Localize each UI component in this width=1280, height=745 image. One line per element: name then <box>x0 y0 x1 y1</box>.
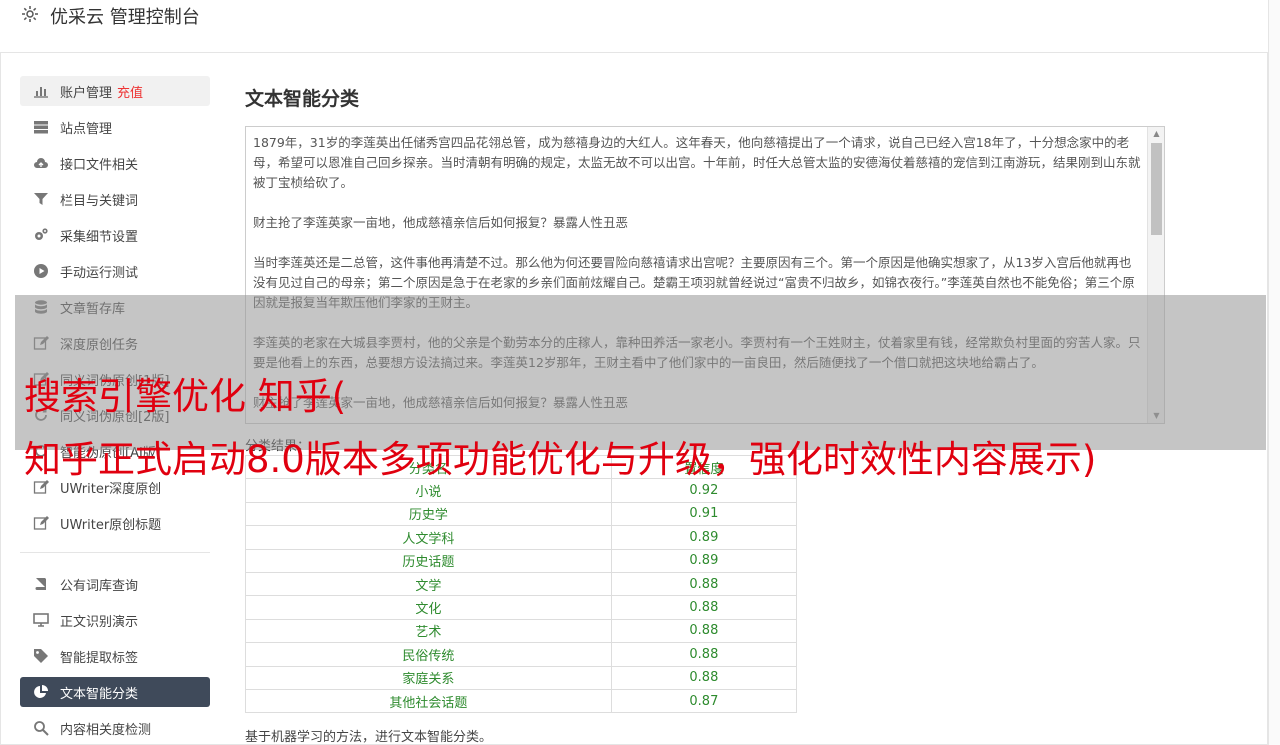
confidence-cell: 0.88 <box>610 595 798 620</box>
monitor-icon <box>32 612 50 628</box>
sidebar-item[interactable]: 文本智能分类 <box>20 677 210 707</box>
sidebar-item-label: UWriter原创标题 <box>60 517 162 533</box>
table-row: 民俗传统 0.88 <box>245 642 798 667</box>
table-row: 家庭关系 0.88 <box>245 665 798 690</box>
sidebar-item[interactable]: 账户管理 充值 <box>20 76 210 106</box>
overlay-headline: 搜索引擎优化 知乎( <box>24 375 347 418</box>
edit-icon <box>32 515 50 531</box>
tag-icon <box>32 648 50 664</box>
confidence-cell: 0.88 <box>610 642 798 667</box>
gear-icon[interactable] <box>20 4 40 24</box>
server-icon <box>32 119 50 135</box>
sidebar-item[interactable]: 手动运行测试 <box>20 256 210 286</box>
sidebar-item-label: 公有词库查询 <box>60 578 139 594</box>
sidebar-item[interactable]: 公有词库查询 <box>20 569 210 599</box>
category-cell: 文化 <box>245 595 612 620</box>
table-row: 文化 0.88 <box>245 595 798 620</box>
sidebar-item-label: 站点管理 <box>60 121 113 137</box>
category-cell: 历史学 <box>245 501 612 527</box>
recharge-link[interactable]: 充值 <box>117 82 143 101</box>
play-circle-icon <box>32 263 50 279</box>
category-cell: 家庭关系 <box>245 665 612 690</box>
category-cell: 艺术 <box>245 618 612 644</box>
confidence-cell: 0.88 <box>610 571 798 597</box>
category-cell: 民俗传统 <box>245 642 612 667</box>
sidebar-item[interactable]: 内容相关度检测 <box>20 713 210 743</box>
sidebar-item-label: 账户管理 <box>60 85 113 101</box>
sidebar-item-label: 采集细节设置 <box>60 229 139 245</box>
sidebar-item[interactable]: 智能提取标签 <box>20 641 210 671</box>
sidebar-divider <box>20 552 210 553</box>
page-title: 文本智能分类 <box>245 88 360 110</box>
sidebar-item-label: 正文识别演示 <box>60 614 139 630</box>
sidebar-item-label: 栏目与关键词 <box>60 193 139 209</box>
category-cell: 文学 <box>245 571 612 597</box>
filter-icon <box>32 191 50 207</box>
table-row: 历史话题 0.89 <box>245 548 798 573</box>
category-cell: 历史话题 <box>245 548 612 573</box>
table-row: 其他社会话题 0.87 <box>245 688 798 714</box>
overlay-subheadline: 知乎正式启动8.0版本多项功能优化与升级，强化时效性内容展示) <box>24 438 1097 481</box>
confidence-cell: 0.87 <box>610 688 798 714</box>
sidebar-item-label: 内容相关度检测 <box>60 722 152 738</box>
confidence-cell: 0.91 <box>610 501 798 527</box>
sidebar-item-label: 手动运行测试 <box>60 265 139 281</box>
search-icon <box>32 720 50 736</box>
table-row: 人文学科 0.89 <box>245 525 798 550</box>
footnote: 基于机器学习的方法，进行文本智能分类。 <box>245 730 493 745</box>
confidence-cell: 0.89 <box>610 525 798 550</box>
category-cell: 其他社会话题 <box>245 688 612 714</box>
sidebar-item[interactable]: 接口文件相关 <box>20 148 210 178</box>
window-scrollbar[interactable] <box>1268 0 1280 745</box>
scroll-up-icon[interactable]: ▲ <box>1148 127 1164 141</box>
confidence-cell: 0.89 <box>610 548 798 573</box>
sidebar-item[interactable]: 栏目与关键词 <box>20 184 210 214</box>
classification-table: 分类名 置信度 小说 0.92 历史学 0.91 人文学科 0.89 历史话题 0.89 文学 0… <box>245 454 798 714</box>
confidence-cell: 0.88 <box>610 618 798 644</box>
app-title: 优采云 管理控制台 <box>50 7 200 28</box>
category-cell: 人文学科 <box>245 525 612 550</box>
gears-icon <box>32 227 50 243</box>
sidebar-item-label: 文本智能分类 <box>60 686 139 702</box>
confidence-cell: 0.88 <box>610 665 798 690</box>
overlay-banner <box>15 295 1266 450</box>
table-row: 艺术 0.88 <box>245 618 798 644</box>
sidebar-item[interactable]: 采集细节设置 <box>20 220 210 250</box>
sidebar-item[interactable]: UWriter原创标题 <box>20 508 210 538</box>
book-icon <box>32 576 50 592</box>
sidebar-item-label: 接口文件相关 <box>60 157 139 173</box>
pie-chart-icon <box>32 684 50 700</box>
sidebar-item[interactable]: 站点管理 <box>20 112 210 142</box>
top-bar: 优采云 管理控制台 <box>0 0 1268 53</box>
table-row: 文学 0.88 <box>245 571 798 597</box>
scroll-thumb[interactable] <box>1151 143 1162 235</box>
cloud-upload-icon <box>32 155 50 171</box>
bar-chart-icon <box>32 83 50 99</box>
table-row: 历史学 0.91 <box>245 501 798 527</box>
sidebar-item-label: 智能提取标签 <box>60 650 139 666</box>
sidebar-item[interactable]: 正文识别演示 <box>20 605 210 635</box>
